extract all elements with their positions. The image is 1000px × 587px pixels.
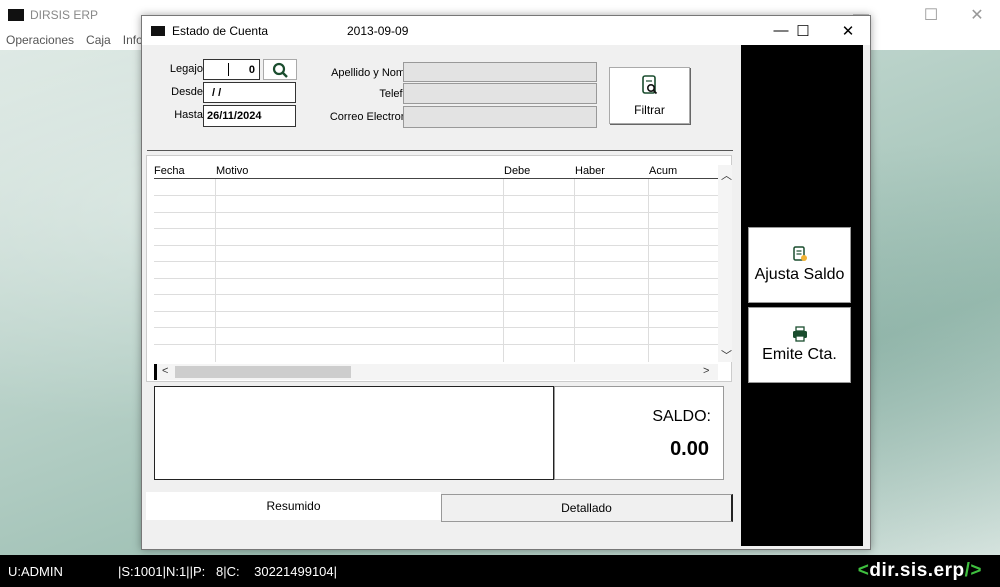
- detail-box: [154, 386, 554, 480]
- app-close-button[interactable]: ✕: [954, 0, 1000, 30]
- grid-vline: [648, 179, 649, 362]
- status-bar: U:ADMIN |S:1001|N:1||P: 8|C: 30221499104…: [0, 555, 1000, 587]
- grid-hline: [154, 195, 718, 196]
- correo-field: [403, 106, 597, 128]
- saldo-value: 0.00: [670, 438, 709, 460]
- telefono-field: [403, 83, 597, 104]
- legajo-input[interactable]: 0: [203, 59, 260, 80]
- grid-hline: [154, 212, 718, 213]
- brand-text: dir.sis.erp: [869, 560, 965, 581]
- filtrar-button[interactable]: Filtrar: [609, 67, 690, 124]
- app-maximize-button[interactable]: ☐: [908, 0, 954, 30]
- filtrar-label: Filtrar: [634, 102, 665, 117]
- horizontal-scroll-thumb[interactable]: [175, 366, 351, 378]
- grid-hline: [154, 344, 718, 345]
- dialog-title: Estado de Cuenta: [172, 23, 269, 38]
- grid-hline: [154, 245, 718, 246]
- desde-input[interactable]: / /: [203, 82, 296, 103]
- col-motivo[interactable]: Motivo: [216, 165, 504, 179]
- grid-vline: [215, 179, 216, 362]
- document-search-icon: [641, 74, 657, 94]
- hasta-input[interactable]: 26/11/2024: [203, 105, 296, 127]
- hasta-label: Hasta:: [174, 109, 206, 121]
- emite-cta-button[interactable]: Emite Cta.: [748, 307, 851, 383]
- text-cursor: [228, 63, 229, 76]
- dialog-maximize-button[interactable]: ☐: [781, 16, 825, 45]
- tab-resumido[interactable]: Resumido: [146, 492, 441, 520]
- col-acum[interactable]: Acum: [649, 165, 718, 179]
- row-marker: [154, 364, 157, 380]
- dialog-date: 2013-09-09: [347, 23, 409, 38]
- status-info: |S:1001|N:1||P: 8|C: 30221499104|: [118, 563, 338, 579]
- grid-hline: [154, 311, 718, 312]
- grid-hline: [154, 278, 718, 279]
- scroll-left-icon[interactable]: <: [162, 365, 168, 377]
- tab-detallado[interactable]: Detallado: [441, 494, 733, 522]
- menu-info[interactable]: Info: [123, 33, 143, 47]
- legajo-value: 0: [248, 63, 255, 76]
- vertical-scrollbar[interactable]: ︿ ﹀: [718, 165, 732, 362]
- brand-logo: <dir.sis.erp/>: [858, 560, 982, 582]
- saldo-box: SALDO: 0.00: [554, 386, 724, 480]
- dialog-close-button[interactable]: ✕: [826, 16, 870, 45]
- col-debe[interactable]: Debe: [504, 165, 575, 179]
- ajusta-saldo-button[interactable]: Ajusta Saldo: [748, 227, 851, 303]
- status-user: U:ADMIN: [8, 563, 63, 579]
- desde-label: Desde:: [171, 86, 206, 98]
- apellido-field: [403, 62, 597, 82]
- emite-cta-label: Emite Cta.: [762, 346, 837, 363]
- adjust-document-icon: [792, 246, 807, 261]
- saldo-label: SALDO:: [652, 408, 711, 425]
- scroll-right-icon[interactable]: >: [703, 365, 709, 377]
- grid-vline: [574, 179, 575, 362]
- col-haber[interactable]: Haber: [575, 165, 649, 179]
- dialog-logo-icon: [151, 25, 165, 36]
- grid-hline: [154, 294, 718, 295]
- dialog-titlebar: Estado de Cuenta 2013-09-09 — ☐ ✕: [142, 16, 870, 45]
- grid-body: Fecha Motivo Debe Haber Acum: [154, 165, 718, 362]
- scroll-down-icon[interactable]: ﹀: [721, 347, 732, 363]
- grid-vline: [503, 179, 504, 362]
- grid-hline: [154, 228, 718, 229]
- grid-hline: [154, 261, 718, 262]
- printer-icon: [792, 326, 807, 342]
- separator: [147, 150, 733, 151]
- app-title: DIRSIS ERP: [30, 8, 99, 22]
- grid-hline: [154, 327, 718, 328]
- movimientos-grid[interactable]: Fecha Motivo Debe Haber Acum ︿ ﹀ < >: [146, 155, 732, 382]
- menu-operaciones[interactable]: Operaciones: [6, 33, 74, 47]
- legajo-label: Legajo:: [169, 63, 206, 75]
- app-logo-icon: [8, 9, 24, 21]
- scroll-up-icon[interactable]: ︿: [721, 167, 732, 183]
- menu-caja[interactable]: Caja: [86, 33, 111, 47]
- brand-open: <: [857, 560, 870, 581]
- brand-close: />: [964, 560, 982, 581]
- horizontal-scrollbar[interactable]: < >: [154, 364, 718, 380]
- estado-cuenta-dialog: Estado de Cuenta 2013-09-09 — ☐ ✕ Legajo…: [141, 15, 871, 550]
- magnifier-icon: [272, 62, 288, 78]
- ajusta-saldo-label: Ajusta Saldo: [754, 266, 845, 283]
- col-fecha[interactable]: Fecha: [154, 165, 216, 179]
